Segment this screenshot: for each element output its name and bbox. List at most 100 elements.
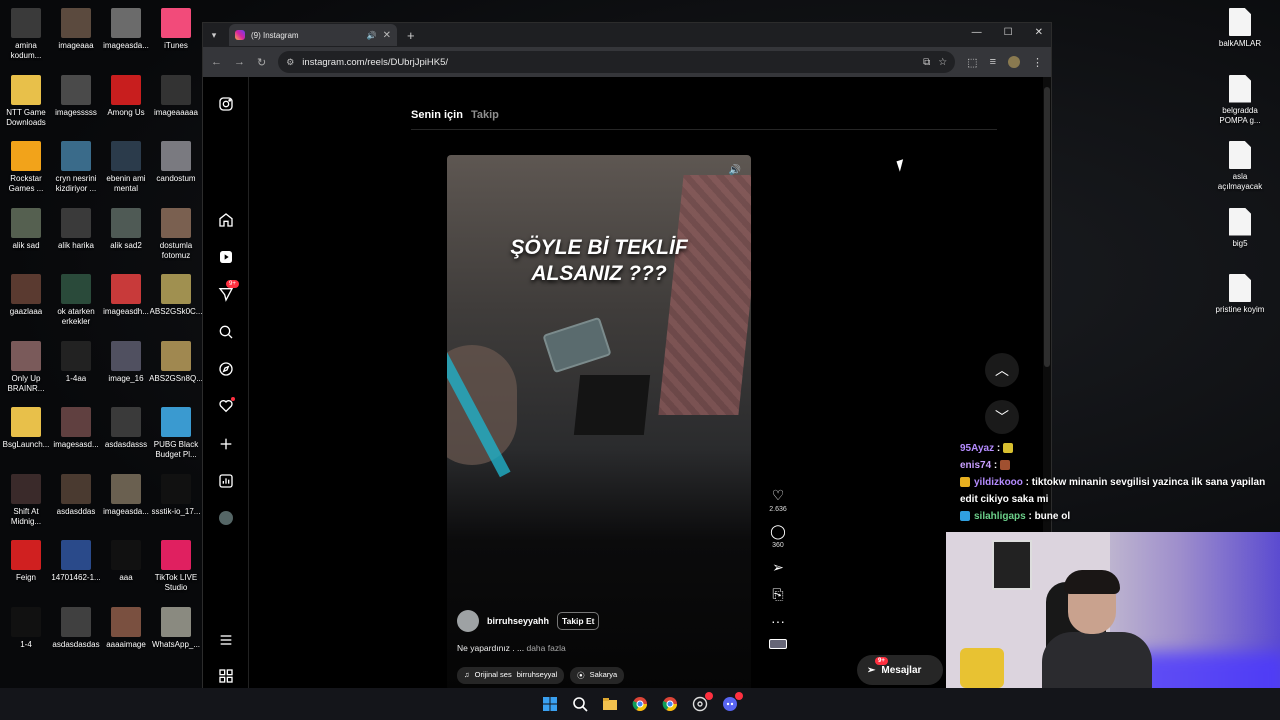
reload-button[interactable]: ↻ [257,56,266,69]
new-tab-button[interactable]: + [407,28,415,43]
desktop-icon[interactable]: Only Up BRAINR... [0,340,52,394]
desktop-icon[interactable]: amina kodum... [0,8,52,61]
heart-icon[interactable]: ♡ [772,487,785,504]
desktop-icon[interactable]: Shift At Midnig... [0,473,52,527]
more-link[interactable]: daha fazla [526,643,565,653]
bookmark-star-icon[interactable]: ☆ [938,57,947,68]
windows-start-icon[interactable] [542,696,558,712]
messages-button[interactable]: ➢ 9+ Mesajlar [857,655,943,685]
desktop-icon[interactable]: asdasddas [50,473,102,517]
reel-video[interactable]: 🔊 ŞÖYLE Bİ TEKLİF ALSANIZ ??? birruhseyy… [447,155,751,689]
desktop-icon[interactable]: Feign [0,540,52,583]
scrollbar-thumb[interactable] [1044,87,1050,367]
chrome-icon[interactable] [632,696,648,712]
desktop-icon[interactable]: imageasda... [100,473,152,517]
discord-icon[interactable] [722,692,743,712]
tab-senin-icin[interactable]: Senin için [411,109,463,121]
desktop-icon[interactable]: Among Us [100,74,152,118]
audio-thumbnail[interactable] [769,639,787,649]
audio-icon[interactable]: 🔊 [367,31,377,40]
share-action[interactable]: ➢ [772,559,784,576]
desktop-icon[interactable]: aaaaimage [100,606,152,650]
desktop-icon[interactable]: ok atarken erkekler [50,274,102,327]
obs-app-icon[interactable] [692,692,713,712]
extensions-icon[interactable]: ⬚ [967,56,977,69]
reels-icon[interactable] [217,248,235,266]
tab-instagram[interactable]: (9) Instagram 🔊 ✕ [229,24,397,46]
desktop-icon[interactable]: ABS2GSk0C... [150,274,202,317]
site-info-icon[interactable]: ⚙ [286,57,294,68]
install-app-icon[interactable]: ⧉ [923,57,930,68]
save-action[interactable]: ⎘ [772,586,783,603]
more-dots-icon[interactable]: ··· [771,613,785,629]
comment-action[interactable]: ◯ 360 [770,523,786,549]
desktop-icon[interactable]: imagesasd... [50,407,102,450]
menu-icon[interactable]: ⋮ [1032,56,1043,69]
desktop-icon[interactable]: imageasdh... [100,274,152,317]
create-plus-icon[interactable] [217,435,235,453]
back-button[interactable]: ← [211,56,222,68]
desktop-icon[interactable]: 14701462-1... [50,540,102,583]
desktop-icon[interactable]: WhatsApp_... [150,606,202,650]
dashboard-icon[interactable] [217,472,235,490]
desktop-icon[interactable]: imageaaaaa [150,74,202,118]
desktop-icon[interactable]: 1-4 [0,606,52,650]
desktop-file-icon[interactable]: asla açılmayacak [1214,141,1266,192]
omnibox[interactable]: ⚙ instagram.com/reels/DUbrjJpiHK5/ ⧉ ☆ [278,51,956,73]
desktop-icon[interactable]: Rockstar Games ... [0,141,52,194]
notifications-heart-icon[interactable] [217,397,235,415]
more-menu-icon[interactable] [217,631,235,649]
minimize-button[interactable]: — [972,27,982,38]
messages-icon[interactable]: 9+ [217,280,239,303]
desktop-icon[interactable]: imageasda... [100,8,152,51]
audio-pill[interactable]: ♫ Orijinal ses birruhseyyal [457,667,565,684]
desktop-icon[interactable]: aaa [100,540,152,583]
desktop-icon[interactable]: gaazlaaa [0,274,52,317]
desktop-icon[interactable]: alik harika [50,207,102,251]
maximize-button[interactable]: ☐ [1004,27,1013,38]
desktop-icon[interactable]: iTunes [150,8,202,51]
close-window-button[interactable]: ✕ [1035,27,1043,38]
author-username[interactable]: birruhseyyahh [487,616,549,626]
desktop-file-icon[interactable]: big5 [1214,207,1266,249]
next-reel-button[interactable]: ﹀ [985,400,1019,434]
previous-reel-button[interactable]: ︿ [985,353,1019,387]
file-explorer-icon[interactable] [602,696,618,712]
search-icon[interactable] [217,323,235,341]
profile-avatar[interactable] [1008,56,1020,68]
desktop-icon[interactable]: BsgLaunch... [0,407,52,450]
desktop-icon[interactable]: PUBG Black Budget Pl... [150,407,202,460]
bookmark-icon[interactable]: ⎘ [772,586,783,603]
desktop-file-icon[interactable]: belgradda POMPA g... [1214,74,1266,126]
home-icon[interactable] [217,211,235,229]
desktop-icon[interactable]: 1-4aa [50,340,102,384]
media-controls-icon[interactable]: ≡ [990,56,996,68]
desktop-icon[interactable]: dostumla fotomuz [150,207,202,261]
forward-button[interactable]: → [234,56,245,68]
close-tab-icon[interactable]: ✕ [383,30,391,41]
url-text[interactable]: instagram.com/reels/DUbrjJpiHK5/ [302,57,448,68]
location-pill[interactable]: ⦿ Sakarya [570,667,625,684]
volume-icon[interactable]: 🔊 [729,165,741,176]
instagram-logo-icon[interactable] [217,95,235,113]
desktop-icon[interactable]: ABS2GSn8Q... [149,340,203,384]
desktop-icon[interactable]: ssstik-io_17... [150,473,202,517]
explore-icon[interactable] [217,360,235,378]
also-from-meta-icon[interactable] [217,667,235,685]
desktop-icon[interactable]: TikTok LIVE Studio [150,540,202,593]
desktop-file-icon[interactable]: balkAMLAR [1214,8,1266,49]
desktop-icon[interactable]: asdasdasdas [50,606,102,650]
tab-search-dropdown[interactable]: ▾ [203,30,225,41]
author-avatar[interactable] [457,610,479,632]
taskbar-search-icon[interactable] [572,696,588,712]
desktop-icon[interactable]: image_16 [100,340,152,384]
desktop-icon[interactable]: asdasdasss [100,407,152,450]
tab-takip[interactable]: Takip [471,109,499,121]
desktop-icon[interactable]: alik sad [0,207,52,251]
follow-button[interactable]: Takip Et [557,612,600,630]
desktop-file-icon[interactable]: pristine koyim [1214,274,1266,315]
comment-icon[interactable]: ◯ [770,523,786,540]
share-icon[interactable]: ➢ [772,559,784,576]
profile-nav[interactable] [217,509,235,527]
desktop-icon[interactable]: NTT Game Downloads [0,74,52,128]
